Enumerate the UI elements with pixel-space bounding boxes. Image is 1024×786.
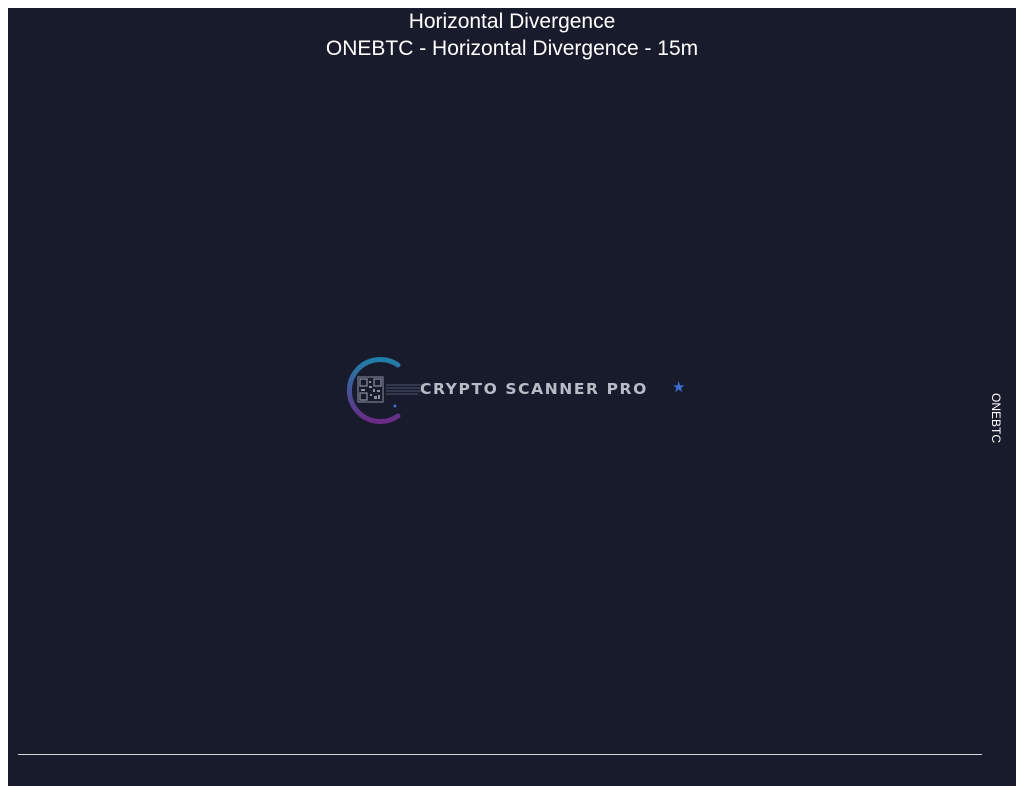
chart-title: Horizontal Divergence: [408, 10, 616, 33]
qr-code-icon: [357, 376, 384, 403]
chart-area: Horizontal Divergence ONEBTC - Horizonta…: [8, 8, 1016, 786]
star-icon: ★: [672, 378, 686, 396]
watermark-logo: CRYPTO SCANNER PRO ★: [336, 356, 688, 424]
x-axis-line: [18, 754, 982, 755]
right-axis-label: ONEBTC: [989, 392, 1003, 444]
logo-ring-icon: [346, 357, 426, 424]
watermark-text: CRYPTO SCANNER PRO: [420, 380, 648, 398]
chart-subtitle: ONEBTC - Horizontal Divergence - 15m: [325, 37, 699, 60]
